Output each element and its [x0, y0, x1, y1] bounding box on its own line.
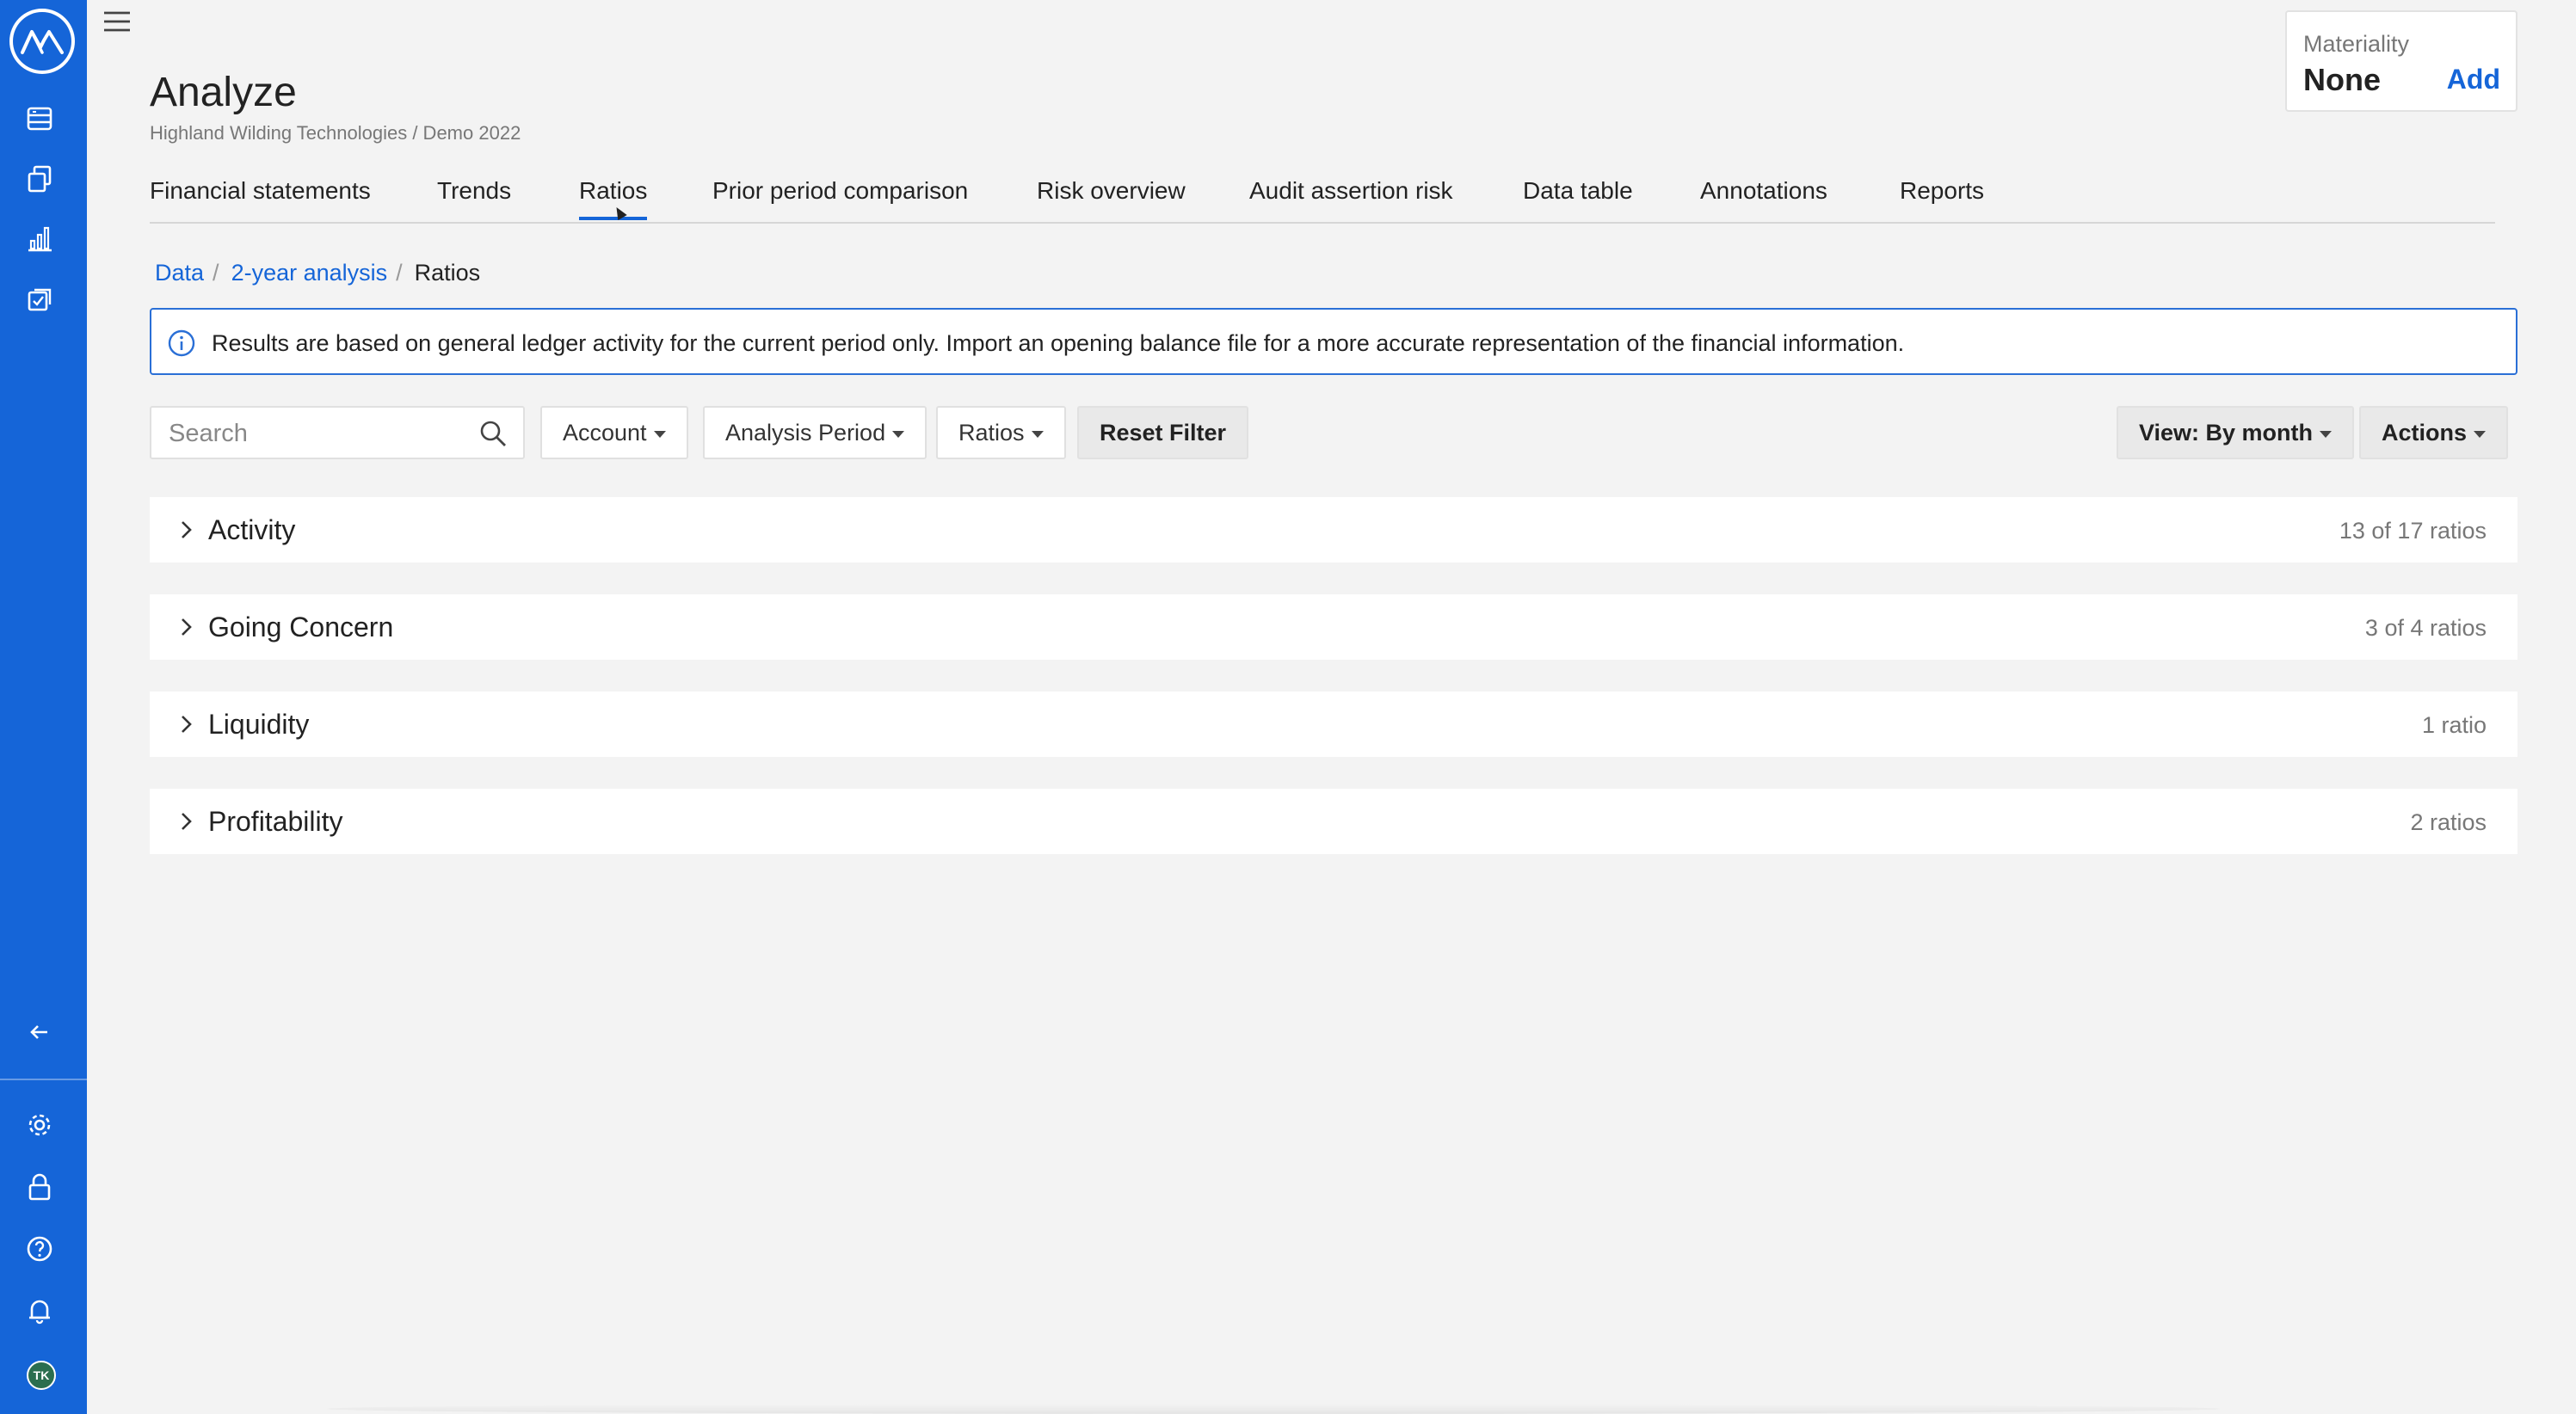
caret-down-icon — [1031, 431, 1044, 438]
tab-financial-statements[interactable]: Financial statements — [150, 177, 371, 217]
breadcrumb-separator: / — [213, 260, 219, 286]
breadcrumb-data[interactable]: Data — [155, 260, 204, 286]
bell-icon[interactable] — [21, 1292, 59, 1330]
group-count: 13 of 17 ratios — [2339, 518, 2487, 544]
left-rail: TK — [0, 0, 87, 1414]
info-banner: Results are based on general ledger acti… — [150, 308, 2517, 375]
search-box — [150, 406, 525, 459]
ratios-filter-dropdown[interactable]: Ratios — [936, 406, 1066, 459]
tab-prior-period-comparison[interactable]: Prior period comparison — [712, 177, 968, 217]
actions-label: Actions — [2382, 419, 2468, 446]
info-icon — [168, 329, 195, 357]
group-liquidity[interactable]: Liquidity 1 ratio — [150, 692, 2517, 757]
tab-reports[interactable]: Reports — [1900, 177, 1984, 217]
group-count: 1 ratio — [2421, 712, 2487, 738]
materiality-card: Materiality None Add — [2285, 10, 2517, 112]
settings-icon[interactable] — [21, 1106, 59, 1144]
user-avatar[interactable]: TK — [27, 1361, 56, 1390]
group-count: 3 of 4 ratios — [2364, 615, 2487, 641]
info-banner-text: Results are based on general ledger acti… — [212, 330, 1905, 356]
ratios-filter-label: Ratios — [958, 419, 1025, 446]
view-label: View: By month — [2139, 419, 2314, 446]
tab-bar: Financial statements Trends Ratios Prior… — [150, 170, 2495, 224]
analysis-period-dropdown[interactable]: Analysis Period — [703, 406, 927, 459]
breadcrumb-current: Ratios — [414, 260, 481, 286]
tab-ratios[interactable]: Ratios — [579, 177, 648, 220]
chevron-right-icon — [182, 716, 192, 733]
account-filter-dropdown[interactable]: Account — [540, 406, 688, 459]
tab-data-table[interactable]: Data table — [1523, 177, 1633, 217]
data-icon[interactable] — [21, 100, 59, 138]
lock-icon[interactable] — [21, 1168, 59, 1206]
tasks-icon[interactable] — [21, 280, 59, 318]
materiality-value: None — [2303, 62, 2381, 97]
bottom-shadow — [327, 1404, 2220, 1414]
tab-risk-overview[interactable]: Risk overview — [1037, 177, 1186, 217]
logo-mark-icon — [13, 12, 71, 71]
caret-down-icon — [653, 431, 666, 438]
tab-trends[interactable]: Trends — [437, 177, 511, 217]
group-activity[interactable]: Activity 13 of 17 ratios — [150, 497, 2517, 563]
page-subtitle: Highland Wilding Technologies / Demo 202… — [150, 122, 521, 144]
reset-filter-label: Reset Filter — [1100, 419, 1227, 446]
group-name: Going Concern — [208, 612, 394, 642]
bar-chart-icon[interactable] — [21, 220, 59, 258]
hamburger-menu-icon[interactable] — [102, 9, 132, 34]
breadcrumb-separator: / — [396, 260, 403, 286]
tab-annotations[interactable]: Annotations — [1700, 177, 1827, 217]
search-icon[interactable] — [478, 419, 508, 448]
caret-down-icon — [892, 431, 905, 438]
materiality-add-link[interactable]: Add — [2447, 64, 2500, 95]
caret-down-icon — [2474, 431, 2487, 438]
group-name: Profitability — [208, 806, 343, 837]
tab-audit-assertion-risk[interactable]: Audit assertion risk — [1249, 177, 1453, 217]
documents-icon[interactable] — [21, 160, 59, 198]
analysis-period-label: Analysis Period — [725, 419, 886, 446]
chevron-right-icon — [182, 813, 192, 830]
help-icon[interactable] — [21, 1230, 59, 1268]
materiality-label: Materiality — [2303, 31, 2410, 57]
group-profitability[interactable]: Profitability 2 ratios — [150, 789, 2517, 854]
caret-down-icon — [2320, 431, 2333, 438]
arrow-left-icon[interactable] — [21, 1013, 59, 1051]
page-title: Analyze — [150, 70, 297, 115]
reset-filter-button[interactable]: Reset Filter — [1077, 406, 1249, 459]
view-by-month-dropdown[interactable]: View: By month — [2117, 406, 2355, 459]
actions-dropdown[interactable]: Actions — [2359, 406, 2509, 459]
group-count: 2 ratios — [2410, 809, 2487, 835]
group-going-concern[interactable]: Going Concern 3 of 4 ratios — [150, 594, 2517, 660]
chevron-right-icon — [182, 521, 192, 538]
breadcrumb-2-year-analysis[interactable]: 2-year analysis — [231, 260, 388, 286]
search-input[interactable] — [169, 416, 461, 451]
group-name: Activity — [208, 514, 296, 545]
app-logo[interactable] — [9, 9, 75, 74]
group-name: Liquidity — [208, 709, 310, 740]
breadcrumb: Data / 2-year analysis / Ratios — [155, 260, 480, 286]
chevron-right-icon — [182, 618, 192, 636]
account-filter-label: Account — [563, 419, 647, 446]
rail-divider — [0, 1079, 87, 1080]
